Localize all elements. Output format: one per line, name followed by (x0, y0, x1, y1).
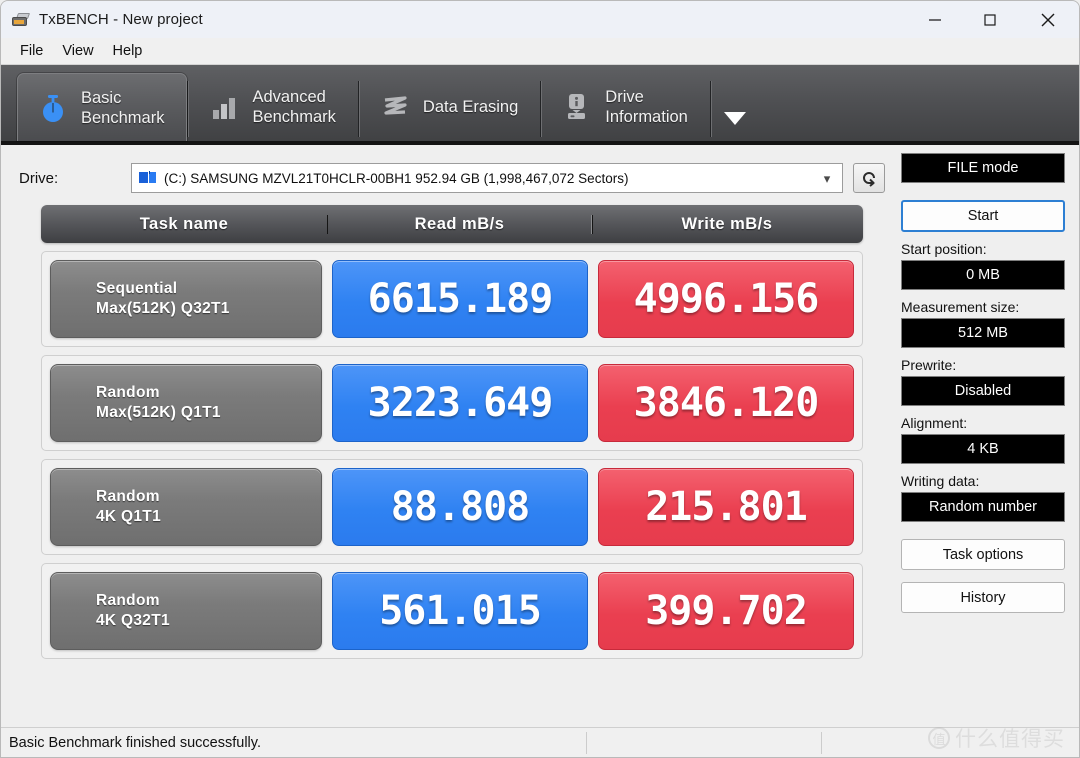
tab-data-erasing[interactable]: Data Erasing (360, 73, 540, 141)
menu-item-file[interactable]: File (12, 41, 51, 61)
task-line-1: Sequential (96, 280, 178, 297)
prewrite-label: Prewrite: (901, 357, 957, 373)
drive-info-icon (560, 90, 594, 124)
task-options-button[interactable]: Task options (901, 539, 1065, 570)
history-button[interactable]: History (901, 582, 1065, 613)
window-controls (907, 1, 1079, 38)
task-line-2: Max(512K) Q32T1 (96, 300, 230, 317)
alignment-label: Alignment: (901, 415, 968, 431)
title-bar: TxBENCH - New project (1, 1, 1079, 38)
task-line-1: Random (96, 488, 160, 505)
column-header-write: Write mB/s (592, 214, 861, 234)
status-message: Basic Benchmark finished successfully. (9, 734, 261, 751)
tab-advanced-benchmark[interactable]: Advanced Benchmark (189, 73, 357, 141)
stopwatch-icon (36, 91, 70, 125)
read-value-cell: 3223.649 (332, 364, 588, 442)
refresh-icon (863, 172, 875, 187)
refresh-button[interactable] (853, 163, 885, 193)
table-header-row: Task name Read mB/s Write mB/s (41, 205, 863, 243)
tab-divider (709, 81, 712, 137)
table-row: Random Max(512K) Q1T1 3223.649 3846.120 (41, 355, 863, 451)
task-line-2: 4K Q32T1 (96, 612, 170, 629)
task-name-cell[interactable]: Random 4K Q32T1 (50, 572, 322, 650)
tab-strip: Basic Benchmark Advanced Benchmark Data … (1, 64, 1079, 145)
eraser-icon (378, 90, 412, 124)
window-title: TxBENCH - New project (39, 11, 203, 28)
file-mode-display[interactable]: FILE mode (901, 153, 1065, 183)
read-value-cell: 561.015 (332, 572, 588, 650)
table-row: Sequential Max(512K) Q32T1 6615.189 4996… (41, 251, 863, 347)
txbench-app-icon (11, 11, 31, 29)
status-divider (821, 731, 822, 754)
tab-drive-information[interactable]: Drive Information (542, 73, 710, 141)
column-header-read: Read mB/s (327, 214, 592, 234)
task-line-1: Random (96, 592, 160, 609)
start-position-label: Start position: (901, 241, 987, 257)
writing-data-label: Writing data: (901, 473, 980, 489)
tab-label: Basic Benchmark (81, 88, 165, 127)
menu-item-help[interactable]: Help (105, 41, 151, 61)
drive-select[interactable]: (C:) SAMSUNG MZVL21T0HCLR-00BH1 952.94 G… (131, 163, 843, 193)
menu-bar: File View Help (1, 38, 1079, 64)
close-icon[interactable] (1017, 1, 1079, 38)
drive-icon (139, 170, 157, 186)
column-header-task: Task name (139, 214, 229, 233)
tab-label: Advanced Benchmark (252, 88, 336, 126)
write-value-cell: 399.702 (598, 572, 854, 650)
tab-label: Drive Information (605, 88, 688, 126)
menu-item-view[interactable]: View (54, 41, 101, 61)
write-value-cell: 3846.120 (598, 364, 854, 442)
task-name-cell[interactable]: Random 4K Q1T1 (50, 468, 322, 546)
read-value-cell: 6615.189 (332, 260, 588, 338)
tab-label: Data Erasing (422, 98, 519, 116)
main-content: Drive: (C:) SAMSUNG MZVL21T0HCLR-00BH1 9… (1, 145, 1079, 728)
tab-basic-benchmark[interactable]: Basic Benchmark (17, 73, 188, 141)
read-value-cell: 88.808 (332, 468, 588, 546)
start-position-value[interactable]: 0 MB (901, 260, 1065, 290)
maximize-icon[interactable] (962, 1, 1017, 38)
measurement-size-value[interactable]: 512 MB (901, 318, 1065, 348)
minimize-icon[interactable] (907, 1, 962, 38)
task-line-2: 4K Q1T1 (96, 508, 161, 525)
write-value-cell: 4996.156 (598, 260, 854, 338)
drive-label: Drive: (19, 169, 59, 187)
chevron-down-icon[interactable] (723, 112, 746, 125)
alignment-value[interactable]: 4 KB (901, 434, 1065, 464)
status-bar: Basic Benchmark finished successfully. (1, 727, 1079, 757)
task-name-cell[interactable]: Sequential Max(512K) Q32T1 (50, 260, 322, 338)
bar-chart-icon (207, 90, 241, 124)
drive-select-value: (C:) SAMSUNG MZVL21T0HCLR-00BH1 952.94 G… (164, 170, 629, 186)
status-divider (586, 731, 587, 754)
options-sidebar: FILE mode Start Start position: 0 MB Mea… (901, 153, 1073, 613)
write-value-cell: 215.801 (598, 468, 854, 546)
start-button[interactable]: Start (901, 200, 1065, 232)
measurement-size-label: Measurement size: (901, 299, 1020, 315)
prewrite-value[interactable]: Disabled (901, 376, 1065, 406)
txbench-window: TxBENCH - New project File View Help Bas… (0, 0, 1080, 758)
chevron-down-icon[interactable]: ▾ (816, 172, 838, 185)
table-row: Random 4K Q1T1 88.808 215.801 (41, 459, 863, 555)
task-line-1: Random (96, 384, 160, 401)
table-row: Random 4K Q32T1 561.015 399.702 (41, 563, 863, 659)
writing-data-value[interactable]: Random number (901, 492, 1065, 522)
task-name-cell[interactable]: Random Max(512K) Q1T1 (50, 364, 322, 442)
task-line-2: Max(512K) Q1T1 (96, 404, 221, 421)
